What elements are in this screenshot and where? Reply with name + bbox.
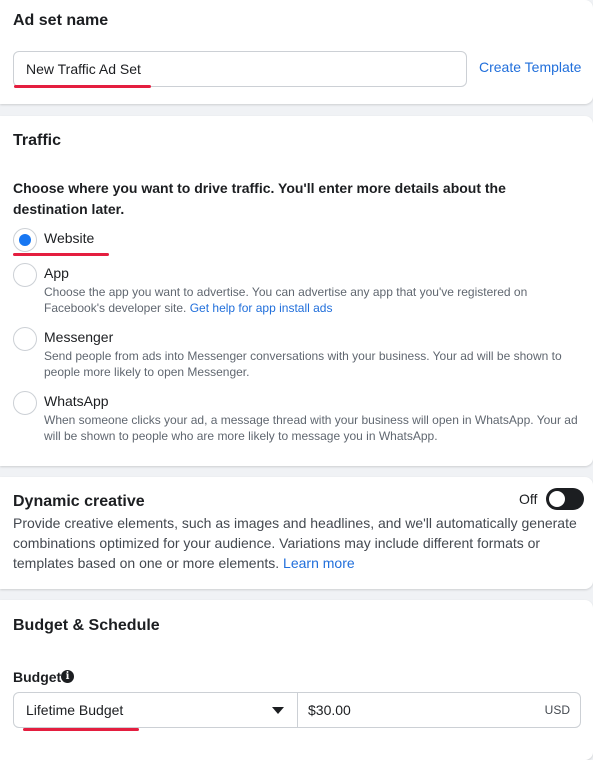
option-messenger-label: Messenger — [44, 329, 114, 345]
option-app-description: Choose the app you want to advertise. Yo… — [44, 285, 528, 315]
traffic-section: Traffic Choose where you want to drive t… — [0, 116, 593, 466]
annotation-underline — [13, 253, 109, 256]
option-whatsapp-description: When someone clicks your ad, a message t… — [44, 413, 578, 443]
app-install-help-link[interactable]: Get help for app install ads — [190, 301, 333, 315]
budget-schedule-title: Budget & Schedule — [13, 617, 160, 634]
option-app[interactable]: App Choose the app you want to advertise… — [13, 263, 578, 319]
radio-website[interactable] — [13, 228, 37, 252]
ad-set-name-input[interactable]: New Traffic Ad Set — [13, 51, 467, 87]
budget-type-dropdown[interactable]: Lifetime Budget — [13, 692, 298, 728]
learn-more-link[interactable]: Learn more — [283, 555, 355, 571]
annotation-underline — [23, 728, 139, 731]
traffic-title: Traffic — [13, 132, 62, 149]
toggle-knob — [549, 491, 565, 507]
traffic-description: Choose where you want to drive traffic. … — [13, 180, 506, 217]
info-icon[interactable]: i — [61, 670, 74, 683]
annotation-underline — [14, 85, 151, 88]
budget-type-value: Lifetime Budget — [26, 702, 124, 718]
option-app-label: App — [44, 265, 69, 281]
radio-app[interactable] — [13, 263, 37, 287]
dynamic-creative-section: Dynamic creative Off Provide creative el… — [0, 477, 593, 589]
option-messenger-description: Send people from ads into Messenger conv… — [44, 349, 562, 379]
radio-whatsapp[interactable] — [13, 391, 37, 415]
budget-label: Budget — [13, 669, 62, 685]
radio-messenger[interactable] — [13, 327, 37, 351]
budget-amount-value: $30.00 — [308, 702, 351, 718]
ad-set-name-title: Ad set name — [13, 12, 109, 29]
dynamic-creative-description: Provide creative elements, such as image… — [13, 515, 577, 571]
budget-amount-input[interactable]: $30.00 USD — [297, 692, 581, 728]
currency-label: USD — [544, 703, 570, 717]
option-website[interactable]: Website — [13, 228, 578, 254]
create-template-link[interactable]: Create Template — [479, 59, 581, 75]
toggle-state-label: Off — [519, 491, 538, 507]
option-whatsapp-label: WhatsApp — [44, 393, 109, 409]
option-messenger[interactable]: Messenger Send people from ads into Mess… — [13, 327, 578, 383]
budget-schedule-section: Budget & Schedule Budget i Lifetime Budg… — [0, 600, 593, 760]
dynamic-creative-toggle[interactable] — [546, 488, 584, 510]
ad-set-name-section: Ad set name New Traffic Ad Set Create Te… — [0, 0, 593, 104]
option-website-label: Website — [44, 230, 95, 246]
dynamic-creative-title: Dynamic creative — [13, 493, 145, 510]
caret-down-icon — [272, 707, 284, 714]
option-whatsapp[interactable]: WhatsApp When someone clicks your ad, a … — [13, 391, 578, 447]
